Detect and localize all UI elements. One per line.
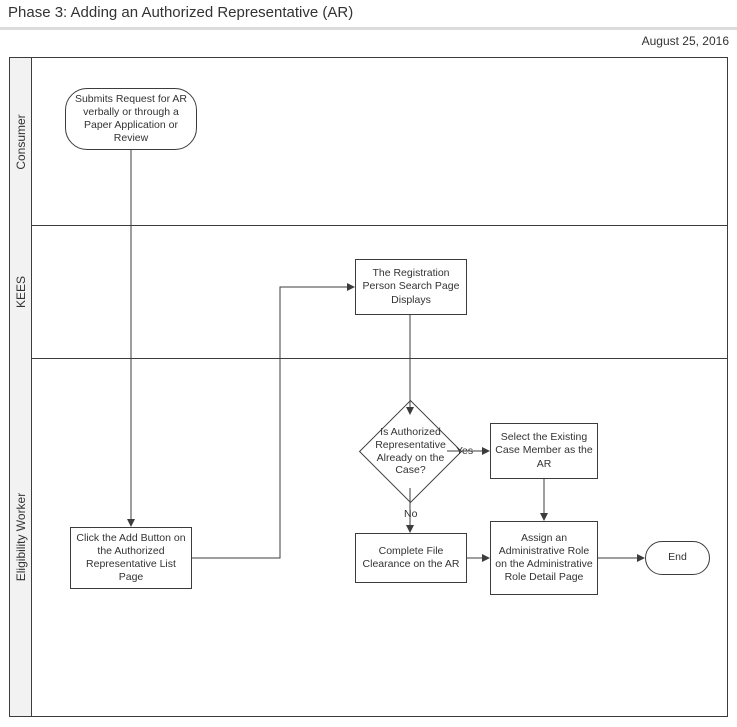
lane-label: KEES	[14, 275, 28, 307]
page-date: August 25, 2016	[642, 34, 729, 48]
lane-header-kees: KEES	[10, 225, 32, 358]
node-decision: Is Authorized Representative Already on …	[374, 415, 447, 488]
lane-separator	[10, 358, 727, 359]
date-row: August 25, 2016	[0, 30, 737, 48]
node-select-existing: Select the Existing Case Member as the A…	[490, 423, 598, 479]
node-end: End	[645, 541, 710, 575]
page-title: Phase 3: Adding an Authorized Representa…	[8, 4, 353, 21]
edge-label-no: No	[404, 508, 417, 520]
node-registration-page: The Registration Person Search Page Disp…	[355, 259, 467, 315]
lane-label: Consumer	[14, 114, 28, 169]
node-start: Submits Request for AR verbally or throu…	[65, 88, 197, 150]
lane-header-worker: Eligibility Worker	[10, 358, 32, 716]
title-bar: Phase 3: Adding an Authorized Representa…	[0, 0, 737, 30]
decision-text: Is Authorized Representative Already on …	[368, 409, 453, 494]
lane-header-consumer: Consumer	[10, 58, 32, 225]
node-click-add: Click the Add Button on the Authorized R…	[70, 527, 192, 589]
edge-label-yes: Yes	[456, 445, 473, 457]
swimlane-diagram: Consumer KEES Eligibility Worker Submits…	[9, 57, 728, 717]
node-file-clearance: Complete File Clearance on the AR	[355, 533, 467, 583]
lane-separator	[10, 225, 727, 226]
node-assign-role: Assign an Administrative Role on the Adm…	[490, 521, 598, 595]
lane-label: Eligibility Worker	[14, 493, 28, 581]
connectors	[10, 58, 727, 716]
